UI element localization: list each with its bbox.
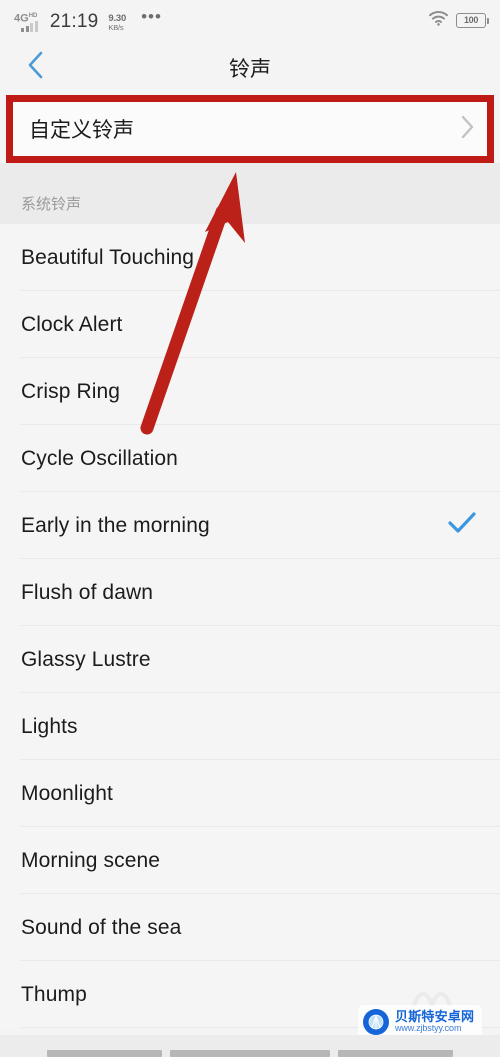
ringtone-name: Crisp Ring — [21, 379, 121, 403]
custom-ringtone-row[interactable]: 自定义铃声 — [13, 102, 487, 156]
network-speed: 9.30 KB/s — [108, 14, 126, 32]
watermark-url: www.zjbstyy.com — [395, 1023, 462, 1034]
ringtone-name: Moonlight — [21, 781, 113, 805]
check-mark-icon — [448, 512, 476, 539]
ringtone-name: Flush of dawn — [21, 580, 154, 604]
ringtone-name: Early in the morning — [21, 513, 210, 537]
ringtone-list: Beautiful Touching Clock Alert Crisp Ring C… — [0, 224, 500, 1028]
system-navigation-bar — [0, 1035, 500, 1057]
ringtone-row[interactable]: Cycle Oscillation — [0, 425, 500, 492]
ringtone-row[interactable]: Glassy Lustre — [0, 626, 500, 693]
signal-strength-bars — [21, 21, 38, 32]
title-bar: 铃声 — [0, 40, 500, 95]
network-sup-label: HD — [28, 13, 38, 20]
ringtone-name: Thump — [21, 982, 87, 1006]
signal-bars-icon: 4GHD — [14, 9, 38, 32]
ringtone-name: Lights — [21, 714, 78, 738]
ringtone-row[interactable]: Morning scene — [0, 827, 500, 894]
ringtone-name: Glassy Lustre — [21, 647, 151, 671]
section-header-system-ringtones: 系统铃声 — [0, 163, 500, 224]
network-speed-unit: KB/s — [108, 23, 124, 33]
battery-level-label: 100 — [463, 15, 479, 25]
ringtone-row[interactable]: Beautiful Touching — [0, 224, 500, 291]
ringtone-row[interactable]: Flush of dawn — [0, 559, 500, 626]
ringtone-name: Clock Alert — [21, 312, 123, 336]
ringtone-name: Cycle Oscillation — [21, 446, 178, 470]
ringtone-row[interactable]: Early in the morning — [0, 492, 500, 559]
section-header-label: 系统铃声 — [21, 196, 82, 213]
ringtone-row[interactable]: Crisp Ring — [0, 358, 500, 425]
chevron-right-icon — [460, 114, 475, 145]
ringtone-row[interactable]: Sound of the sea — [0, 894, 500, 961]
ringtone-name: Sound of the sea — [21, 915, 182, 939]
custom-ringtone-label: 自定义铃声 — [29, 119, 134, 142]
home-key[interactable] — [170, 1050, 330, 1057]
page-title: 铃声 — [229, 57, 271, 81]
recents-key[interactable] — [47, 1050, 162, 1057]
status-bar-right: 100 — [428, 10, 500, 31]
status-bar: 4GHD 21:19 9.30 KB/s ••• 100 — [0, 0, 500, 40]
shell-logo-icon — [363, 1009, 389, 1035]
custom-ringtone-highlight-box: 自定义铃声 — [6, 95, 494, 163]
battery-icon: 100 — [456, 12, 489, 28]
back-key[interactable] — [338, 1050, 453, 1057]
watermark: 贝斯特安卓网 www.zjbstyy.com — [358, 1005, 483, 1039]
ringtone-row[interactable]: Lights — [0, 693, 500, 760]
wifi-icon — [428, 10, 449, 31]
status-overflow-dots: ••• — [141, 7, 162, 26]
status-bar-clock: 21:19 — [49, 11, 99, 32]
ringtone-name: Beautiful Touching — [21, 245, 195, 269]
ringtone-row[interactable]: Moonlight — [0, 760, 500, 827]
watermark-site-name: 贝斯特安卓网 — [395, 1009, 475, 1025]
ringtone-name: Morning scene — [21, 848, 161, 872]
ringtone-row[interactable]: Clock Alert — [0, 291, 500, 358]
status-bar-left: 4GHD 21:19 9.30 KB/s ••• — [0, 7, 162, 32]
